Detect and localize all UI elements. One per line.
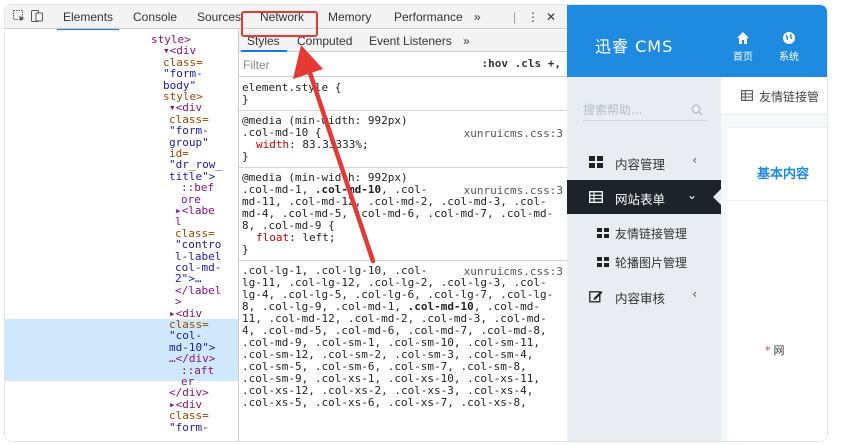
close-devtools-button[interactable]: ✕ — [546, 10, 556, 24]
rule3-end: } — [242, 243, 249, 256]
sidebar-item-label: 内容管理 — [615, 157, 666, 172]
cms-main: 友情链接管 基本内容 * 网 — [721, 77, 827, 441]
sidebar-subitem-label: 友情链接管理 — [615, 227, 688, 241]
dom-line[interactable]: ::bef — [181, 182, 214, 194]
chevron-left-icon: ‹ — [692, 153, 697, 167]
card-title: 基本内容 — [757, 167, 810, 182]
nav-home-label: 首页 — [733, 52, 753, 63]
rule4-line12: .col-xs-5, .col-xs-6, .col-xs-7, .col-xs… — [242, 396, 527, 409]
sidebar-search-input[interactable] — [583, 101, 683, 119]
sidebar-subitem-links[interactable]: 友情链接管理 — [567, 219, 721, 247]
sidebar-item-label: 内容审核 — [615, 291, 666, 306]
required-marker: * — [765, 344, 771, 357]
inspect-element-icon[interactable] — [13, 10, 25, 22]
tab-console[interactable]: Console — [133, 10, 177, 24]
rule-separator — [239, 110, 567, 111]
sidebar-subitem-carousel[interactable]: 轮播图片管理 — [567, 248, 721, 276]
dom-line[interactable]: "contro — [175, 239, 221, 251]
rule2-source-link[interactable]: xunruicms.css:3 — [464, 127, 563, 140]
styles-filter-bar: :hov .cls +, — [239, 53, 567, 77]
grid-icon — [597, 228, 609, 238]
dom-line[interactable]: "form- — [163, 68, 203, 80]
sidebar-item-content-review[interactable]: 内容审核 ‹ — [567, 279, 721, 313]
cms-sidebar: 内容管理 ‹ 网站表单 ⌄ 友情链接管理 — [567, 77, 721, 441]
device-toolbar-icon[interactable] — [31, 10, 43, 22]
sidebar-item-site-forms[interactable]: 网站表单 ⌄ — [567, 180, 721, 214]
tab-elements[interactable]: Elements — [56, 10, 120, 31]
styles-filter-input[interactable] — [243, 56, 471, 74]
network-tab-highlight-box — [241, 11, 318, 37]
breadcrumb-label[interactable]: 友情链接管 — [759, 88, 819, 105]
rule-element-style: element.style { — [242, 81, 342, 94]
dom-line[interactable]: …</div> — [169, 353, 215, 365]
breadcrumb: 友情链接管 — [721, 77, 827, 115]
nav-home[interactable]: 首页 — [723, 31, 763, 63]
filter-toolbar-buttons[interactable]: :hov .cls +, — [482, 57, 561, 70]
grid-icon — [589, 156, 603, 168]
sidebar-item-content-manage[interactable]: 内容管理 ‹ — [567, 145, 721, 179]
styles-pane: Styles Computed Event Listeners » :hov .… — [239, 30, 567, 441]
rule2-end: } — [242, 150, 249, 163]
cms-page: 迅睿 CMS 首页 系统 搜索帮助... 内容管理 ‹ 网站表单 ⌄ 友情链接管… — [567, 5, 827, 441]
home-icon — [737, 32, 749, 44]
field-label: * 网 — [765, 342, 785, 358]
styles-more-tabs[interactable]: » — [463, 34, 470, 48]
tab-memory[interactable]: Memory — [328, 10, 371, 24]
rule2-property: width — [256, 138, 290, 151]
dom-line[interactable]: class= — [169, 410, 209, 422]
devtools-panel: Elements Console Sources Network Memory … — [5, 5, 567, 441]
rule3-value: : left; — [289, 231, 336, 244]
sidebar-item-label: 网站表单 — [615, 192, 666, 207]
active-notch — [713, 189, 721, 205]
dom-line[interactable]: "form- — [169, 421, 209, 433]
tab-performance[interactable]: Performance — [394, 10, 463, 24]
dom-line[interactable]: "form- — [169, 125, 209, 137]
tab-event-listeners[interactable]: Event Listeners — [369, 34, 452, 48]
nav-system-label: 系统 — [779, 52, 799, 63]
cms-logo[interactable]: 迅睿 CMS — [595, 33, 673, 57]
content-card: 基本内容 * 网 — [727, 127, 827, 441]
sidebar-search — [583, 99, 707, 121]
globe-icon — [783, 32, 795, 44]
chevron-left-icon: ‹ — [692, 287, 697, 301]
grid-icon — [597, 257, 609, 267]
dom-tree[interactable]: style> ▾<div class= "form-body" style> ▾<div c… — [5, 30, 239, 441]
tab-divider: | — [513, 10, 517, 24]
rule2-declaration[interactable]: width: 83.33333%; — [256, 139, 369, 151]
rule3-property: float — [256, 231, 290, 244]
table-icon — [741, 90, 753, 101]
rule2-value: : 83.33333%; — [289, 138, 369, 151]
field-label-text: 网 — [773, 344, 785, 357]
edit-icon — [589, 291, 603, 303]
rule-separator — [239, 167, 567, 168]
cms-header: 迅睿 CMS 首页 系统 — [567, 5, 827, 77]
nav-system[interactable]: 系统 — [769, 31, 809, 63]
card-divider — [727, 200, 827, 201]
screenshot-frame: Elements Console Sources Network Memory … — [4, 4, 828, 442]
dom-line[interactable]: > — [175, 296, 182, 308]
rule3-declaration[interactable]: float: left; — [256, 232, 335, 244]
search-icon[interactable] — [691, 104, 703, 116]
rule-separator — [239, 260, 567, 261]
sidebar-subitem-label: 轮播图片管理 — [615, 256, 688, 270]
styles-tab-underline — [241, 50, 287, 52]
table-icon — [589, 191, 603, 203]
rule-element-style-end: } — [242, 93, 249, 106]
tab-sources[interactable]: Sources — [197, 10, 241, 24]
devtools-menu-icon[interactable]: ⋮ — [527, 10, 539, 24]
more-tabs-button[interactable]: » — [474, 10, 481, 24]
chevron-down-icon: ⌄ — [686, 188, 697, 202]
